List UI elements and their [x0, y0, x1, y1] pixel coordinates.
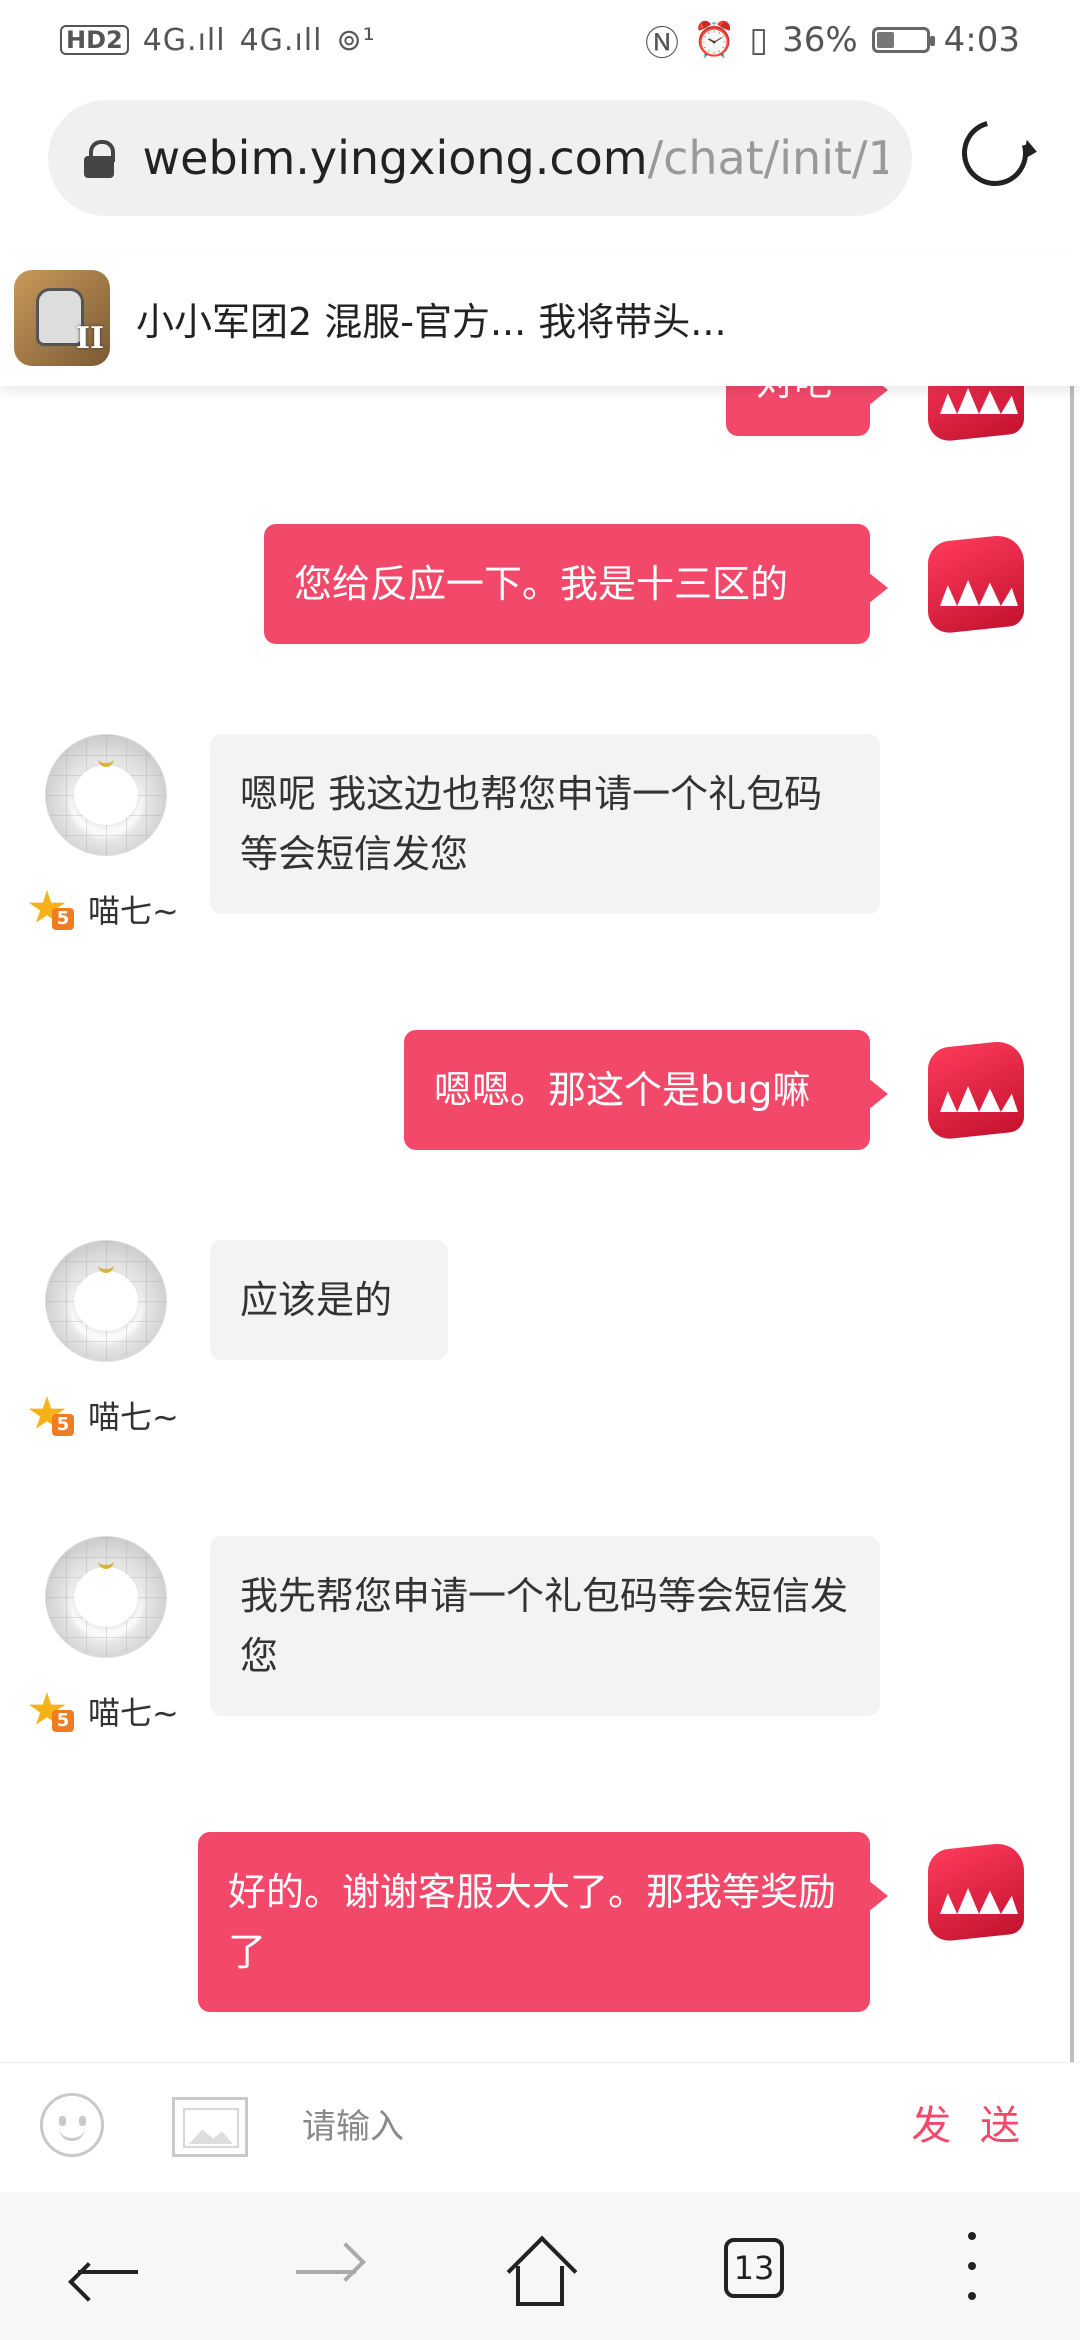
- back-button[interactable]: [70, 2232, 150, 2312]
- message-bubble-outgoing: 对吧: [726, 386, 888, 436]
- message-text: 应该是的: [240, 1278, 393, 1322]
- back-arrow-icon: [78, 2270, 138, 2274]
- forward-button[interactable]: [288, 2232, 368, 2312]
- chat-header: II 小小军团2 混服-官方... 我将带头...: [0, 250, 1080, 386]
- message-list[interactable]: 对吧 您给反应一下。我是十三区的 5 喵七~ 嗯呢 我这边也帮您申请一个礼包码等…: [0, 386, 1070, 2062]
- status-bar: HD2 4G.ıll 4G.ıll ⊚¹ Ⓝ ⏰ ▯ 36% 4:03: [0, 0, 1080, 80]
- lock-icon: [84, 140, 115, 178]
- forward-arrow-icon: [296, 2270, 356, 2274]
- message-text: 您给反应一下。我是十三区的: [294, 562, 789, 606]
- agent-name: 喵七~: [88, 1694, 179, 1732]
- more-menu-button[interactable]: [932, 2232, 1012, 2312]
- hotspot-icon: ⊚¹: [336, 22, 376, 58]
- url-host: webim.yingxiong.com: [142, 131, 648, 185]
- clock: 4:03: [943, 20, 1020, 60]
- message-bubble-incoming: 我先帮您申请一个礼包码等会短信发您: [210, 1536, 880, 1716]
- battery-fill: [876, 32, 894, 48]
- browser-bottom-nav: 13: [0, 2192, 1080, 2340]
- rank-badge-icon: 5: [28, 890, 74, 930]
- message-text: 对吧: [756, 386, 832, 404]
- my-avatar: [928, 532, 1024, 636]
- emoji-icon[interactable]: [40, 2093, 104, 2157]
- chat-title: 小小军团2 混服-官方... 我将带头...: [136, 299, 727, 344]
- url-path: /chat/init/19: [647, 131, 888, 185]
- nfc-icon: Ⓝ: [645, 23, 679, 64]
- tabs-button[interactable]: 13: [714, 2232, 794, 2312]
- url-text[interactable]: webim.yingxiong.com/chat/init/19: [143, 131, 888, 185]
- message-input-bar: 发 送: [0, 2062, 1080, 2193]
- alarm-icon: ⏰: [693, 20, 736, 60]
- signal-icon: 4G.ıll: [142, 22, 226, 58]
- message-bubble-incoming: 嗯呢 我这边也帮您申请一个礼包码等会短信发您: [210, 734, 880, 914]
- my-avatar: [928, 386, 1024, 444]
- scrollbar[interactable]: [1070, 386, 1074, 2062]
- message-text: 好的。谢谢客服大大了。那我等奖励了: [228, 1870, 837, 1974]
- rank-badge-icon: 5: [28, 1692, 74, 1732]
- status-left: HD2 4G.ıll 4G.ıll ⊚¹: [60, 23, 376, 58]
- hd-badge: HD2: [60, 25, 129, 55]
- agent-avatar[interactable]: [45, 734, 167, 856]
- message-bubble-outgoing: 好的。谢谢客服大大了。那我等奖励了: [198, 1832, 888, 2012]
- message-bubble-outgoing: 嗯嗯。那这个是bug嘛: [404, 1030, 888, 1150]
- home-button[interactable]: [500, 2232, 580, 2312]
- agent-avatar[interactable]: [45, 1240, 167, 1362]
- battery-icon: [871, 27, 935, 53]
- more-icon: [968, 2232, 976, 2240]
- signal-icon-2: 4G.ıll: [239, 22, 323, 58]
- reload-icon[interactable]: [949, 107, 1041, 199]
- address-bar[interactable]: webim.yingxiong.com/chat/init/19: [48, 100, 912, 216]
- battery-percent: 36%: [782, 20, 858, 60]
- agent-avatar[interactable]: [45, 1536, 167, 1658]
- message-text: 我先帮您申请一个礼包码等会短信发您: [240, 1574, 849, 1678]
- tabs-icon: 13: [724, 2238, 784, 2298]
- agent-name: 喵七~: [88, 1398, 179, 1436]
- message-input[interactable]: [300, 2093, 884, 2161]
- message-text: 嗯呢 我这边也帮您申请一个礼包码等会短信发您: [240, 772, 823, 876]
- game-app-icon: II: [14, 270, 110, 366]
- my-avatar: [928, 1038, 1024, 1142]
- message-bubble-incoming: 应该是的: [210, 1240, 448, 1360]
- my-avatar: [928, 1840, 1024, 1944]
- send-button[interactable]: 发 送: [911, 2093, 1028, 2151]
- image-upload-icon[interactable]: [172, 2097, 248, 2157]
- agent-name: 喵七~: [88, 892, 179, 930]
- vibrate-icon: ▯: [749, 20, 769, 60]
- message-text: 嗯嗯。那这个是bug嘛: [434, 1068, 811, 1112]
- rank-badge-icon: 5: [28, 1396, 74, 1436]
- message-bubble-outgoing: 您给反应一下。我是十三区的: [264, 524, 888, 644]
- status-right: Ⓝ ⏰ ▯ 36% 4:03: [645, 16, 1020, 65]
